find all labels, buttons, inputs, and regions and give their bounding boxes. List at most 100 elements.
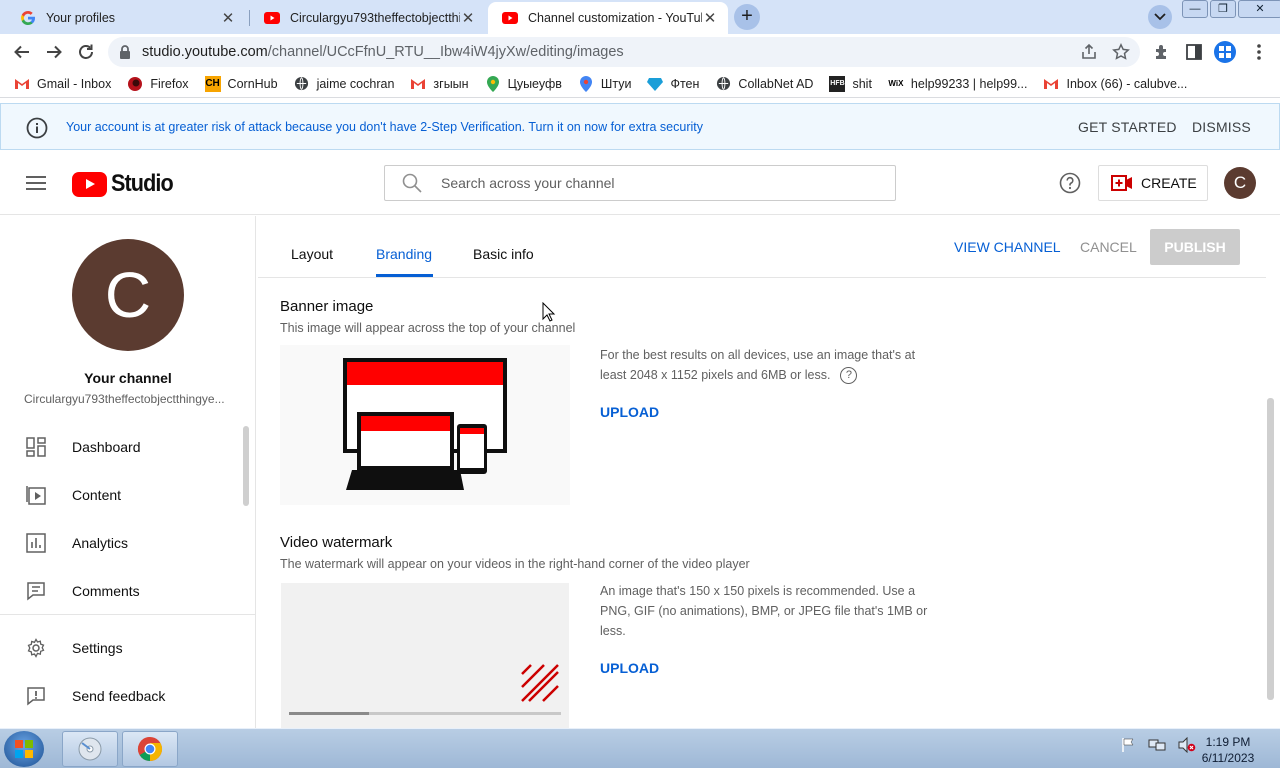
studio-logo[interactable]: Studio bbox=[72, 170, 180, 198]
main-scrollbar[interactable] bbox=[1267, 398, 1274, 700]
bookmark-label: Фтен bbox=[670, 76, 700, 91]
account-avatar[interactable]: C bbox=[1224, 167, 1256, 199]
start-button-icon[interactable] bbox=[4, 731, 44, 767]
browser-tab-channel[interactable]: Circulargyu793theffectobjectthin ✕ bbox=[250, 2, 486, 34]
bookmark-label: Firefox bbox=[150, 76, 189, 91]
minimize-button[interactable]: — bbox=[1182, 0, 1208, 18]
youtube-icon bbox=[502, 10, 518, 26]
help-icon[interactable]: ? bbox=[840, 367, 858, 385]
tab-layout[interactable]: Layout bbox=[291, 246, 333, 262]
bookmark-zgyyn[interactable]: згыын bbox=[410, 76, 469, 92]
banner-upload-button[interactable]: UPLOAD bbox=[600, 404, 659, 420]
sidebar-item-send-feedback[interactable]: Send feedback bbox=[0, 672, 250, 720]
feedback-icon bbox=[25, 685, 47, 707]
clock-time: 1:19 PM bbox=[1205, 735, 1251, 749]
analytics-icon bbox=[25, 532, 47, 554]
alert-message[interactable]: Your account is at greater risk of attac… bbox=[66, 120, 703, 134]
side-panel-icon[interactable] bbox=[1183, 41, 1205, 63]
browser-tab-bar: Your profiles ✕ Circulargyu793theffectob… bbox=[0, 0, 1280, 34]
close-tab-icon[interactable]: ✕ bbox=[702, 9, 718, 27]
banner-hint-text: For the best results on all devices, use… bbox=[600, 348, 916, 382]
browser-tab-profiles[interactable]: Your profiles ✕ bbox=[6, 2, 246, 34]
view-channel-button[interactable]: VIEW CHANNEL bbox=[954, 239, 1061, 255]
close-tab-icon[interactable]: ✕ bbox=[220, 9, 236, 27]
publish-button[interactable]: PUBLISH bbox=[1150, 229, 1240, 265]
customization-tabs: Layout Branding Basic info VIEW CHANNEL … bbox=[258, 216, 1266, 278]
sidebar-scrollbar[interactable] bbox=[243, 426, 249, 506]
taskbar-chrome-icon[interactable] bbox=[122, 731, 178, 767]
tab-title: Your profiles bbox=[46, 11, 116, 25]
wix-icon: WiX bbox=[888, 79, 904, 88]
help-icon[interactable] bbox=[1059, 172, 1081, 194]
close-tab-icon[interactable]: ✕ bbox=[460, 9, 476, 27]
sidebar-item-content[interactable]: Content bbox=[0, 471, 250, 519]
bookmark-star-icon[interactable] bbox=[1112, 43, 1130, 65]
bookmark-help99233[interactable]: WiX help99233 | help99... bbox=[888, 76, 1027, 92]
bookmark-shtui[interactable]: Штуи bbox=[578, 75, 632, 92]
bookmark-label: Штуи bbox=[600, 76, 632, 91]
tab-branding[interactable]: Branding bbox=[376, 246, 432, 262]
browser-tab-customization[interactable]: Channel customization - YouTube ✕ bbox=[488, 2, 728, 34]
sidebar-item-label: Settings bbox=[72, 640, 123, 656]
sidebar-item-settings[interactable]: Settings bbox=[0, 624, 250, 672]
search-input[interactable] bbox=[441, 175, 861, 191]
volume-muted-icon[interactable] bbox=[1178, 736, 1196, 758]
sidebar-divider bbox=[0, 614, 255, 615]
share-icon[interactable] bbox=[1080, 43, 1098, 65]
dismiss-button[interactable]: DISMISS bbox=[1192, 119, 1251, 135]
watermark-illustration bbox=[289, 664, 561, 715]
tab-basic-info[interactable]: Basic info bbox=[473, 246, 534, 262]
bookmark-label: shit bbox=[852, 76, 872, 91]
watermark-upload-button[interactable]: UPLOAD bbox=[600, 660, 659, 676]
clock-date: 6/11/2023 bbox=[1201, 751, 1255, 765]
bookmark-jaime-cochran[interactable]: jaime cochran bbox=[294, 76, 395, 92]
active-tab-indicator bbox=[376, 274, 433, 277]
address-bar[interactable]: studio.youtube.com/channel/UCcFfnU_RTU__… bbox=[108, 37, 1140, 67]
hamburger-menu-icon[interactable] bbox=[26, 175, 46, 191]
info-icon bbox=[26, 117, 48, 139]
extensions-icon[interactable] bbox=[1151, 41, 1173, 63]
lock-icon[interactable] bbox=[118, 44, 136, 60]
bookmark-collabnet[interactable]: CollabNet AD bbox=[715, 76, 813, 92]
bookmark-gmail-inbox[interactable]: Gmail - Inbox bbox=[14, 76, 111, 92]
search-box[interactable] bbox=[384, 165, 896, 201]
bookmark-firefox[interactable]: Firefox bbox=[127, 76, 189, 92]
bookmark-ften[interactable]: Фтен bbox=[647, 76, 699, 92]
cancel-button[interactable]: CANCEL bbox=[1080, 239, 1137, 255]
sidebar-item-analytics[interactable]: Analytics bbox=[0, 519, 250, 567]
bookmark-shit[interactable]: HFB shit bbox=[829, 75, 872, 92]
bookmark-cornhub[interactable]: CH CornHub bbox=[204, 75, 278, 92]
bookmark-label: Gmail - Inbox bbox=[37, 76, 112, 91]
channel-avatar[interactable]: C bbox=[72, 239, 184, 351]
system-clock[interactable]: 1:19 PM 6/11/2023 bbox=[1196, 734, 1260, 766]
bookmark-label: CollabNet AD bbox=[738, 76, 814, 91]
bookmark-tsuyeufv[interactable]: Цуыеуфв bbox=[485, 75, 562, 92]
ch-icon: CH bbox=[204, 75, 221, 92]
network-icon[interactable] bbox=[1148, 737, 1166, 758]
forward-icon[interactable] bbox=[42, 40, 66, 64]
banner-hint: For the best results on all devices, use… bbox=[600, 345, 940, 385]
back-icon[interactable] bbox=[10, 40, 34, 64]
taskbar-media-player-icon[interactable] bbox=[62, 731, 118, 767]
new-tab-button[interactable]: + bbox=[734, 4, 760, 30]
diamond-icon bbox=[647, 76, 664, 92]
create-button[interactable]: CREATE bbox=[1098, 165, 1208, 201]
bookmark-label: Inbox (66) - calubve... bbox=[1066, 76, 1188, 91]
reload-icon[interactable] bbox=[74, 40, 98, 64]
tab-search-icon[interactable] bbox=[1148, 5, 1172, 29]
sidebar-item-comments[interactable]: Comments bbox=[0, 567, 250, 615]
gmail-icon bbox=[1043, 76, 1059, 92]
bookmark-label: jaime cochran bbox=[316, 76, 395, 91]
action-center-flag-icon[interactable] bbox=[1120, 737, 1136, 758]
menu-kebab-icon[interactable] bbox=[1248, 41, 1270, 63]
maps-pin-icon bbox=[578, 75, 594, 92]
profile-icon[interactable] bbox=[1214, 41, 1236, 63]
get-started-button[interactable]: GET STARTED bbox=[1078, 119, 1177, 135]
sidebar-item-dashboard[interactable]: Dashboard bbox=[0, 423, 250, 471]
bookmarks-bar: Gmail - Inbox Firefox CH CornHub jaime c… bbox=[0, 70, 1280, 98]
restore-button[interactable]: ❐ bbox=[1210, 0, 1236, 18]
google-icon bbox=[20, 10, 36, 26]
bookmark-inbox-66[interactable]: Inbox (66) - calubve... bbox=[1043, 76, 1187, 92]
tab-title: Circulargyu793theffectobjectthin bbox=[290, 11, 460, 25]
close-window-button[interactable]: ✕ bbox=[1238, 0, 1280, 18]
